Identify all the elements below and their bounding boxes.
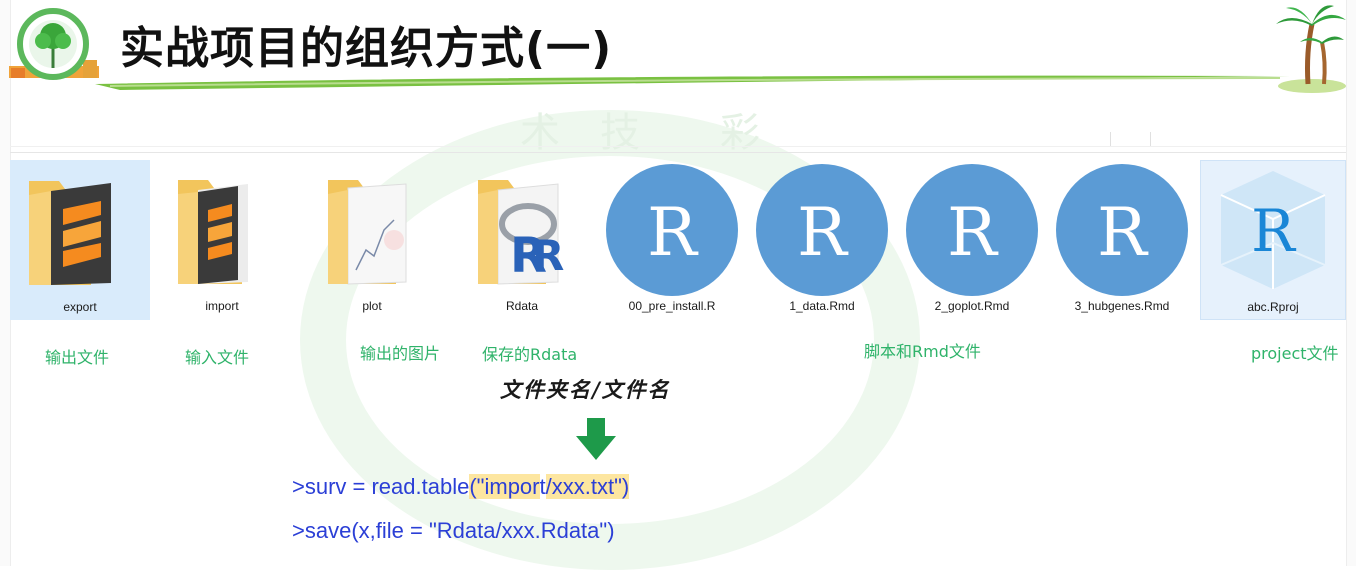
r-circle-icon: R bbox=[1056, 164, 1188, 296]
caption-scripts: 脚本和Rmd文件 bbox=[864, 342, 981, 361]
file-item-1-data[interactable]: R 1_data.Rmd bbox=[752, 160, 892, 320]
watermark-char-3: 彩 bbox=[720, 110, 760, 156]
file-label: Rdata bbox=[505, 299, 539, 313]
r-circle-icon: R bbox=[906, 164, 1038, 296]
file-item-abc-rproj[interactable]: R abc.Rproj bbox=[1200, 160, 1346, 320]
code-line-save: >save(x,file = "Rdata/xxx.Rdata") bbox=[292, 518, 615, 543]
r-circle-icon: R bbox=[606, 164, 738, 296]
file-item-import[interactable]: import bbox=[152, 160, 292, 320]
code-text: t bbox=[539, 474, 546, 499]
caption-plot: 输出的图片 bbox=[360, 344, 441, 363]
file-item-plot[interactable]: plot bbox=[302, 160, 442, 320]
file-label: 3_hubgenes.Rmd bbox=[1074, 299, 1170, 313]
watermark-char-2: 技 bbox=[600, 110, 640, 156]
caption-import: 输入文件 bbox=[185, 348, 250, 367]
annotation-handwritten: 文件夹名/文件名 bbox=[500, 377, 671, 402]
svg-text:R: R bbox=[647, 194, 699, 271]
file-item-rdata[interactable]: R R Rdata bbox=[452, 160, 592, 320]
file-item-2-goplot[interactable]: R 2_goplot.Rmd bbox=[902, 160, 1042, 320]
folder-sublime-icon bbox=[29, 181, 111, 285]
svg-text:R: R bbox=[947, 194, 999, 271]
r-circle-icon: R bbox=[756, 164, 888, 296]
title-underline bbox=[95, 75, 1290, 90]
code-highlight-filename: /xxx.txt") bbox=[545, 474, 630, 499]
svg-text:R: R bbox=[1097, 194, 1149, 271]
file-item-3-hubgenes[interactable]: R 3_hubgenes.Rmd bbox=[1052, 160, 1192, 320]
folder-r-icon: R R bbox=[478, 180, 564, 285]
caption-project: project文件 bbox=[1251, 344, 1339, 363]
code-highlight-import: ("impor bbox=[469, 474, 540, 499]
file-label: 00_pre_install.R bbox=[628, 299, 716, 313]
file-item-export[interactable]: export bbox=[10, 160, 150, 320]
folder-sublime-icon bbox=[178, 180, 248, 284]
code-text: >surv = read.table bbox=[292, 474, 470, 499]
svg-text:R: R bbox=[532, 231, 564, 280]
file-item-00-pre-install[interactable]: R 00_pre_install.R bbox=[602, 160, 742, 320]
rproj-cube-icon: R bbox=[1220, 171, 1326, 289]
file-label: plot bbox=[362, 299, 382, 313]
code-line-read-table: >surv = read.table("import/xxx.txt") bbox=[292, 474, 630, 500]
arrow-down-icon bbox=[576, 418, 616, 460]
svg-text:R: R bbox=[797, 194, 849, 271]
svg-text:R: R bbox=[1251, 197, 1297, 265]
file-label: 1_data.Rmd bbox=[789, 299, 855, 313]
palm-tree-icon bbox=[1276, 5, 1346, 93]
file-label: 2_goplot.Rmd bbox=[934, 299, 1010, 313]
file-label: abc.Rproj bbox=[1247, 300, 1299, 314]
watermark-char-1: 术 bbox=[520, 110, 560, 156]
caption-rdata: 保存的Rdata bbox=[482, 345, 578, 364]
toolbar-separator bbox=[1150, 132, 1151, 146]
folder-plot-icon bbox=[328, 180, 407, 285]
caption-export: 输出文件 bbox=[45, 348, 110, 367]
toolbar-border-top bbox=[10, 146, 1346, 147]
toolbar-separator bbox=[1110, 132, 1111, 146]
file-label: import bbox=[205, 299, 239, 313]
slide: 术 技 彩 实战项目的组织方式(一) export import plot R … bbox=[0, 0, 1356, 570]
file-label: export bbox=[63, 300, 97, 314]
toolbar-border bbox=[10, 152, 1346, 153]
